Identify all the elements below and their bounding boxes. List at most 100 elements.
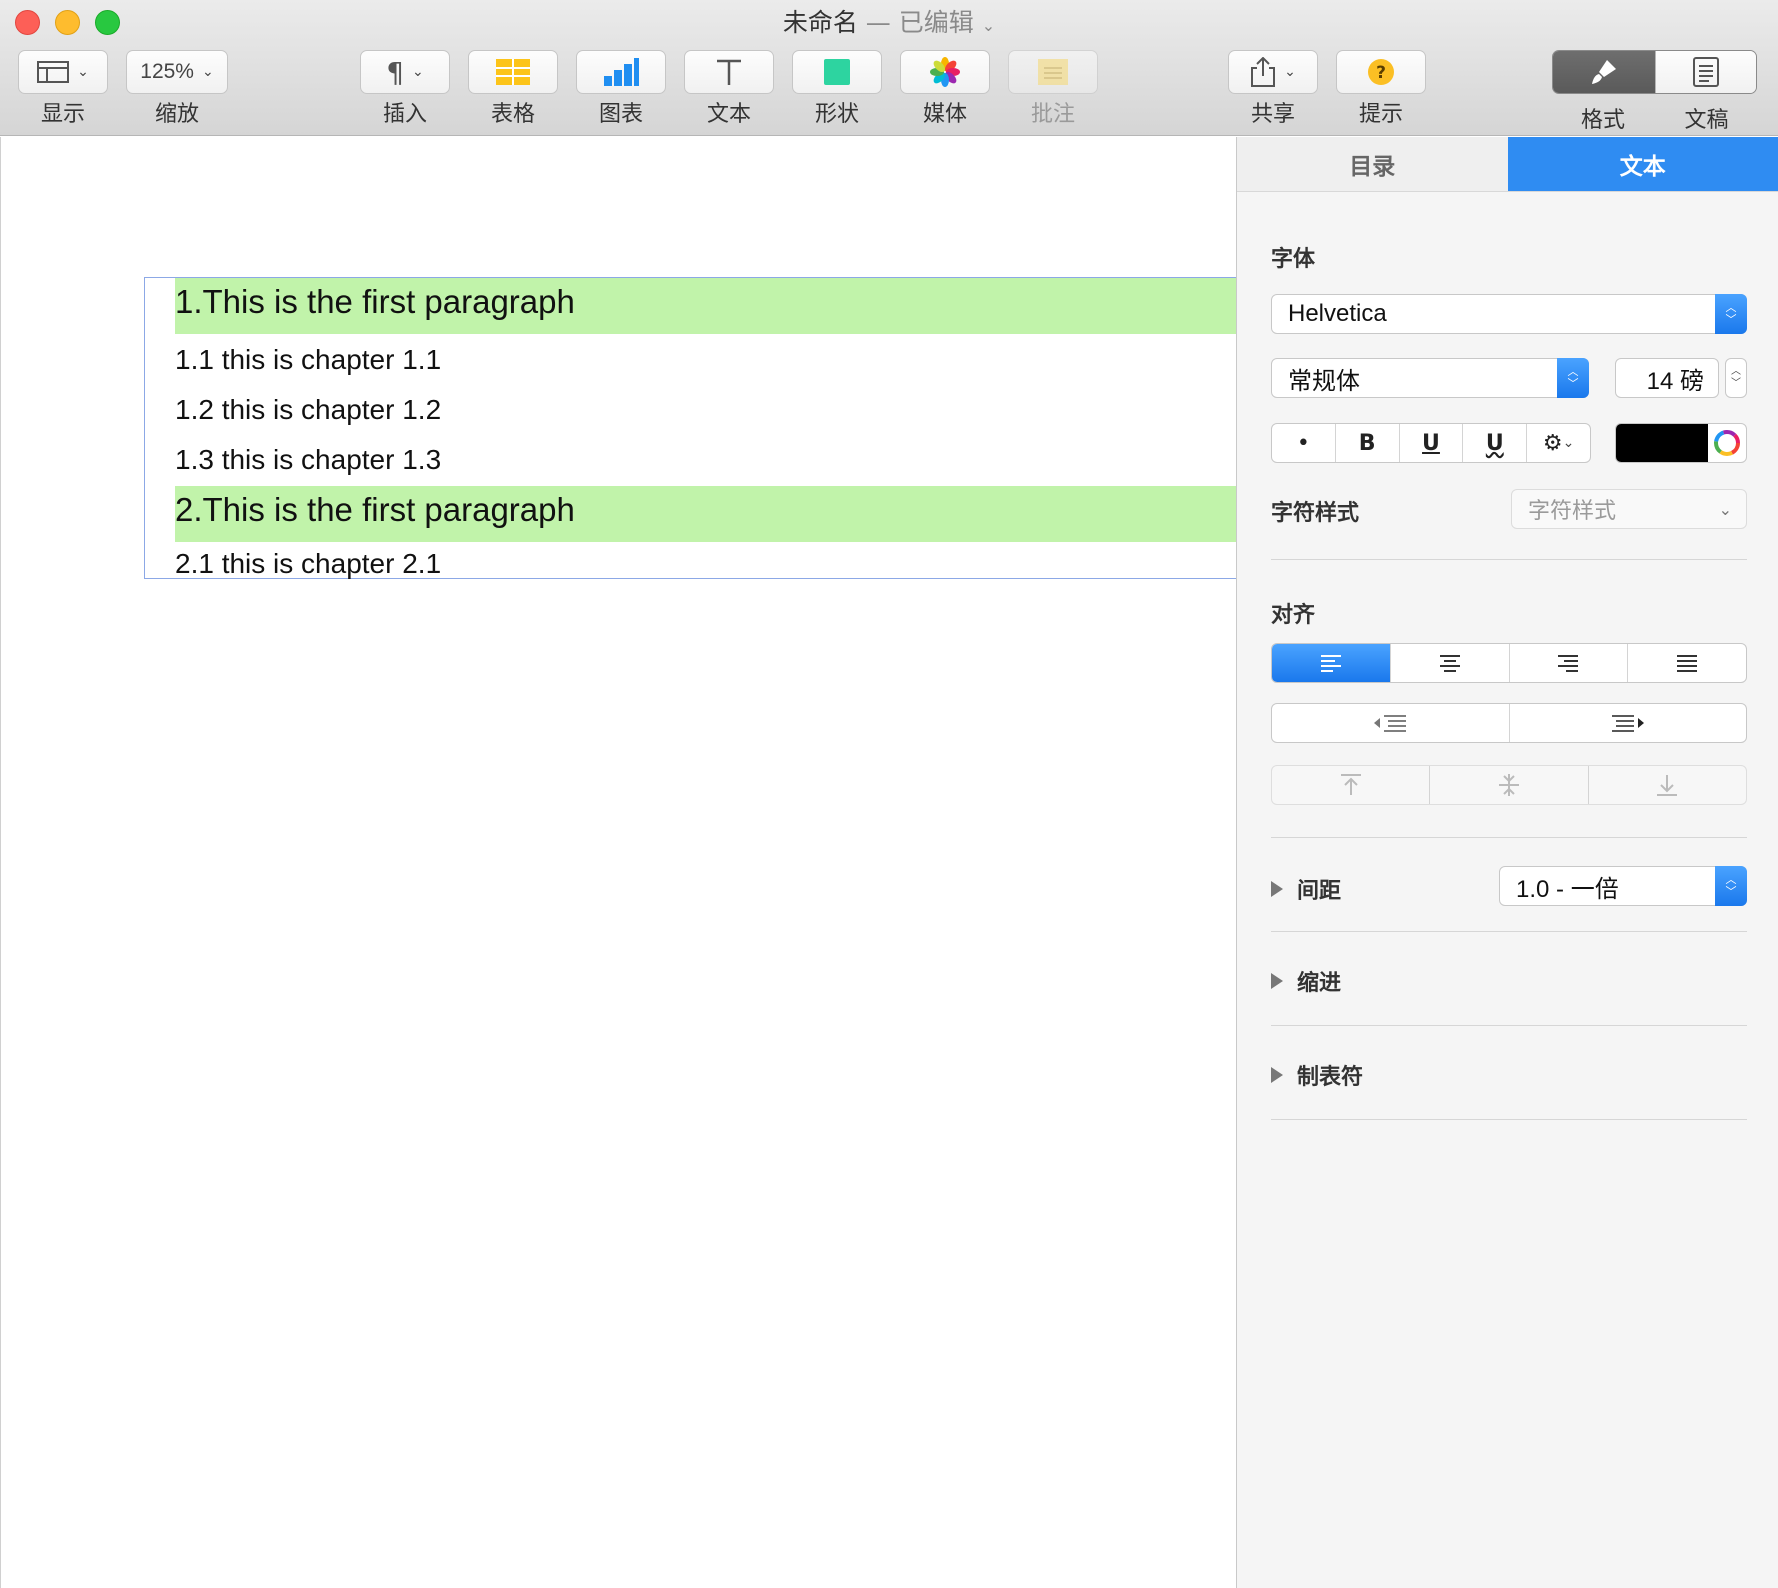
comment-button[interactable] [1008, 50, 1098, 94]
font-size-stepper[interactable]: ︿ ﹀ [1725, 358, 1747, 398]
tips-label: 提示 [1358, 102, 1403, 127]
media-button[interactable] [900, 50, 990, 94]
bold-label: B [1358, 430, 1376, 456]
section-divider [1271, 1025, 1747, 1026]
updown-arrows-icon: ︿ ﹀ [1715, 294, 1747, 334]
paintbrush-icon [1592, 60, 1616, 84]
table-icon [496, 59, 530, 85]
tabs-label: 制表符 [1297, 1065, 1364, 1090]
char-style-popup[interactable]: 字符样式 ⌄ [1511, 489, 1747, 529]
edited-status: 已编辑 [898, 8, 974, 37]
document-button[interactable] [1655, 51, 1756, 93]
indent-disclosure[interactable]: 缩进 [1271, 965, 1341, 997]
increase-indent-button[interactable] [1508, 704, 1747, 742]
tab-text[interactable]: 文本 [1507, 137, 1778, 191]
spacing-popup[interactable]: 1.0 - 一倍 ︿ ﹀ [1499, 866, 1747, 906]
chart-button[interactable] [576, 50, 666, 94]
insert-label: 插入 [382, 102, 427, 127]
tips-button[interactable]: ? [1336, 50, 1426, 94]
inspector-tabs: 目录 文本 [1237, 137, 1778, 192]
body-paragraph[interactable]: 2.1 this is chapter 2.1 [175, 546, 441, 582]
typeface-value: 常规体 [1288, 367, 1360, 395]
underline-button[interactable]: U [1398, 424, 1463, 462]
chevron-down-icon: ⌄ [412, 64, 424, 80]
inspector-toggle [1552, 50, 1757, 94]
chevron-up-icon: ︿ [1731, 366, 1741, 377]
align-top-button[interactable] [1272, 766, 1429, 804]
char-style-value: 字符样式 [1528, 499, 1617, 524]
text-selection-box[interactable]: 1.This is the first paragraph 1.1 this i… [144, 277, 1239, 579]
bullet-label: • [1296, 430, 1310, 456]
align-justify-button[interactable] [1627, 644, 1746, 682]
heading-paragraph[interactable]: 1.This is the first paragraph [175, 278, 1237, 334]
section-divider [1271, 931, 1747, 932]
bar-chart-icon [604, 58, 639, 86]
insert-tool: ¶ ⌄ 插入 [360, 50, 450, 128]
text-options-button[interactable]: ⚙ ⌄ [1526, 424, 1590, 462]
text-color-swatch[interactable] [1616, 424, 1708, 462]
media-tool: 媒体 [900, 50, 990, 128]
chart-tool: 图表 [576, 50, 666, 128]
body-paragraph[interactable]: 1.1 this is chapter 1.1 [175, 342, 441, 378]
double-underline-button[interactable]: U [1462, 424, 1526, 462]
font-section-title: 字体 [1271, 247, 1316, 272]
updown-arrows-icon: ︿ ﹀ [1557, 358, 1589, 398]
format-button[interactable] [1553, 51, 1655, 93]
zoom-tool: 125% ⌄ 缩放 [126, 50, 228, 128]
alignment-section-title: 对齐 [1271, 603, 1316, 628]
body-paragraph[interactable]: 1.3 this is chapter 1.3 [175, 442, 441, 478]
chevron-down-icon: ⌄ [201, 64, 214, 80]
bullet-button[interactable]: • [1272, 424, 1335, 462]
align-bottom-button[interactable] [1587, 766, 1746, 804]
tips-tool: ? 提示 [1336, 50, 1426, 128]
body-paragraph[interactable]: 1.2 this is chapter 1.2 [175, 392, 441, 428]
title-separator: — [857, 8, 899, 37]
table-button[interactable] [468, 50, 558, 94]
zoom-button[interactable]: 125% ⌄ [126, 50, 228, 94]
text-color-well[interactable] [1615, 423, 1747, 463]
indent-icon [1611, 715, 1644, 732]
share-button[interactable]: ⌄ [1228, 50, 1318, 94]
chevron-down-icon: ⌄ [1718, 499, 1732, 519]
chevron-down-icon: ﹀ [1731, 378, 1741, 389]
indent-buttons [1271, 703, 1747, 743]
heading-paragraph[interactable]: 2.This is the first paragraph [175, 486, 1237, 542]
shape-icon [824, 59, 850, 85]
zoom-value: 125% [140, 60, 194, 83]
gear-icon: ⚙ [1542, 430, 1563, 456]
font-size-field[interactable]: 14 磅 [1615, 358, 1719, 398]
spacing-disclosure[interactable]: 间距 [1271, 873, 1341, 905]
typeface-popup[interactable]: 常规体 ︿ ﹀ [1271, 358, 1589, 398]
align-right-icon [1558, 655, 1579, 672]
align-right-button[interactable] [1508, 644, 1628, 682]
font-size-value: 14 磅 [1646, 367, 1704, 395]
text-button[interactable] [684, 50, 774, 94]
color-wheel-icon [1714, 430, 1740, 456]
share-icon [1251, 57, 1276, 87]
insert-button[interactable]: ¶ ⌄ [360, 50, 450, 94]
align-middle-button[interactable] [1429, 766, 1587, 804]
font-family-popup[interactable]: Helvetica ︿ ﹀ [1271, 294, 1747, 334]
tabs-disclosure[interactable]: 制表符 [1271, 1059, 1363, 1091]
shape-button[interactable] [792, 50, 882, 94]
font-style-buttons: • B U U ⚙ ⌄ [1271, 423, 1591, 463]
bold-button[interactable]: B [1334, 424, 1399, 462]
tab-toc[interactable]: 目录 [1237, 137, 1508, 191]
window-title[interactable]: 未命名 — 已编辑 ⌄ [0, 6, 1778, 43]
document-canvas[interactable]: 1.This is the first paragraph 1.1 this i… [0, 137, 1239, 1588]
view-tool: ⌄ 显示 [18, 50, 108, 128]
chart-label: 图表 [598, 102, 643, 127]
document-icon [1693, 57, 1719, 87]
section-divider [1271, 837, 1747, 838]
align-left-button[interactable] [1272, 644, 1390, 682]
align-center-button[interactable] [1389, 644, 1509, 682]
shape-tool: 形状 [792, 50, 882, 128]
view-label: 显示 [40, 102, 85, 127]
decrease-indent-button[interactable] [1272, 704, 1509, 742]
pilcrow-icon: ¶ [386, 55, 405, 89]
media-label: 媒体 [922, 102, 967, 127]
question-icon: ? [1368, 59, 1394, 85]
color-wheel-button[interactable] [1708, 424, 1746, 462]
view-button[interactable]: ⌄ [18, 50, 108, 94]
font-family-value: Helvetica [1288, 300, 1387, 327]
